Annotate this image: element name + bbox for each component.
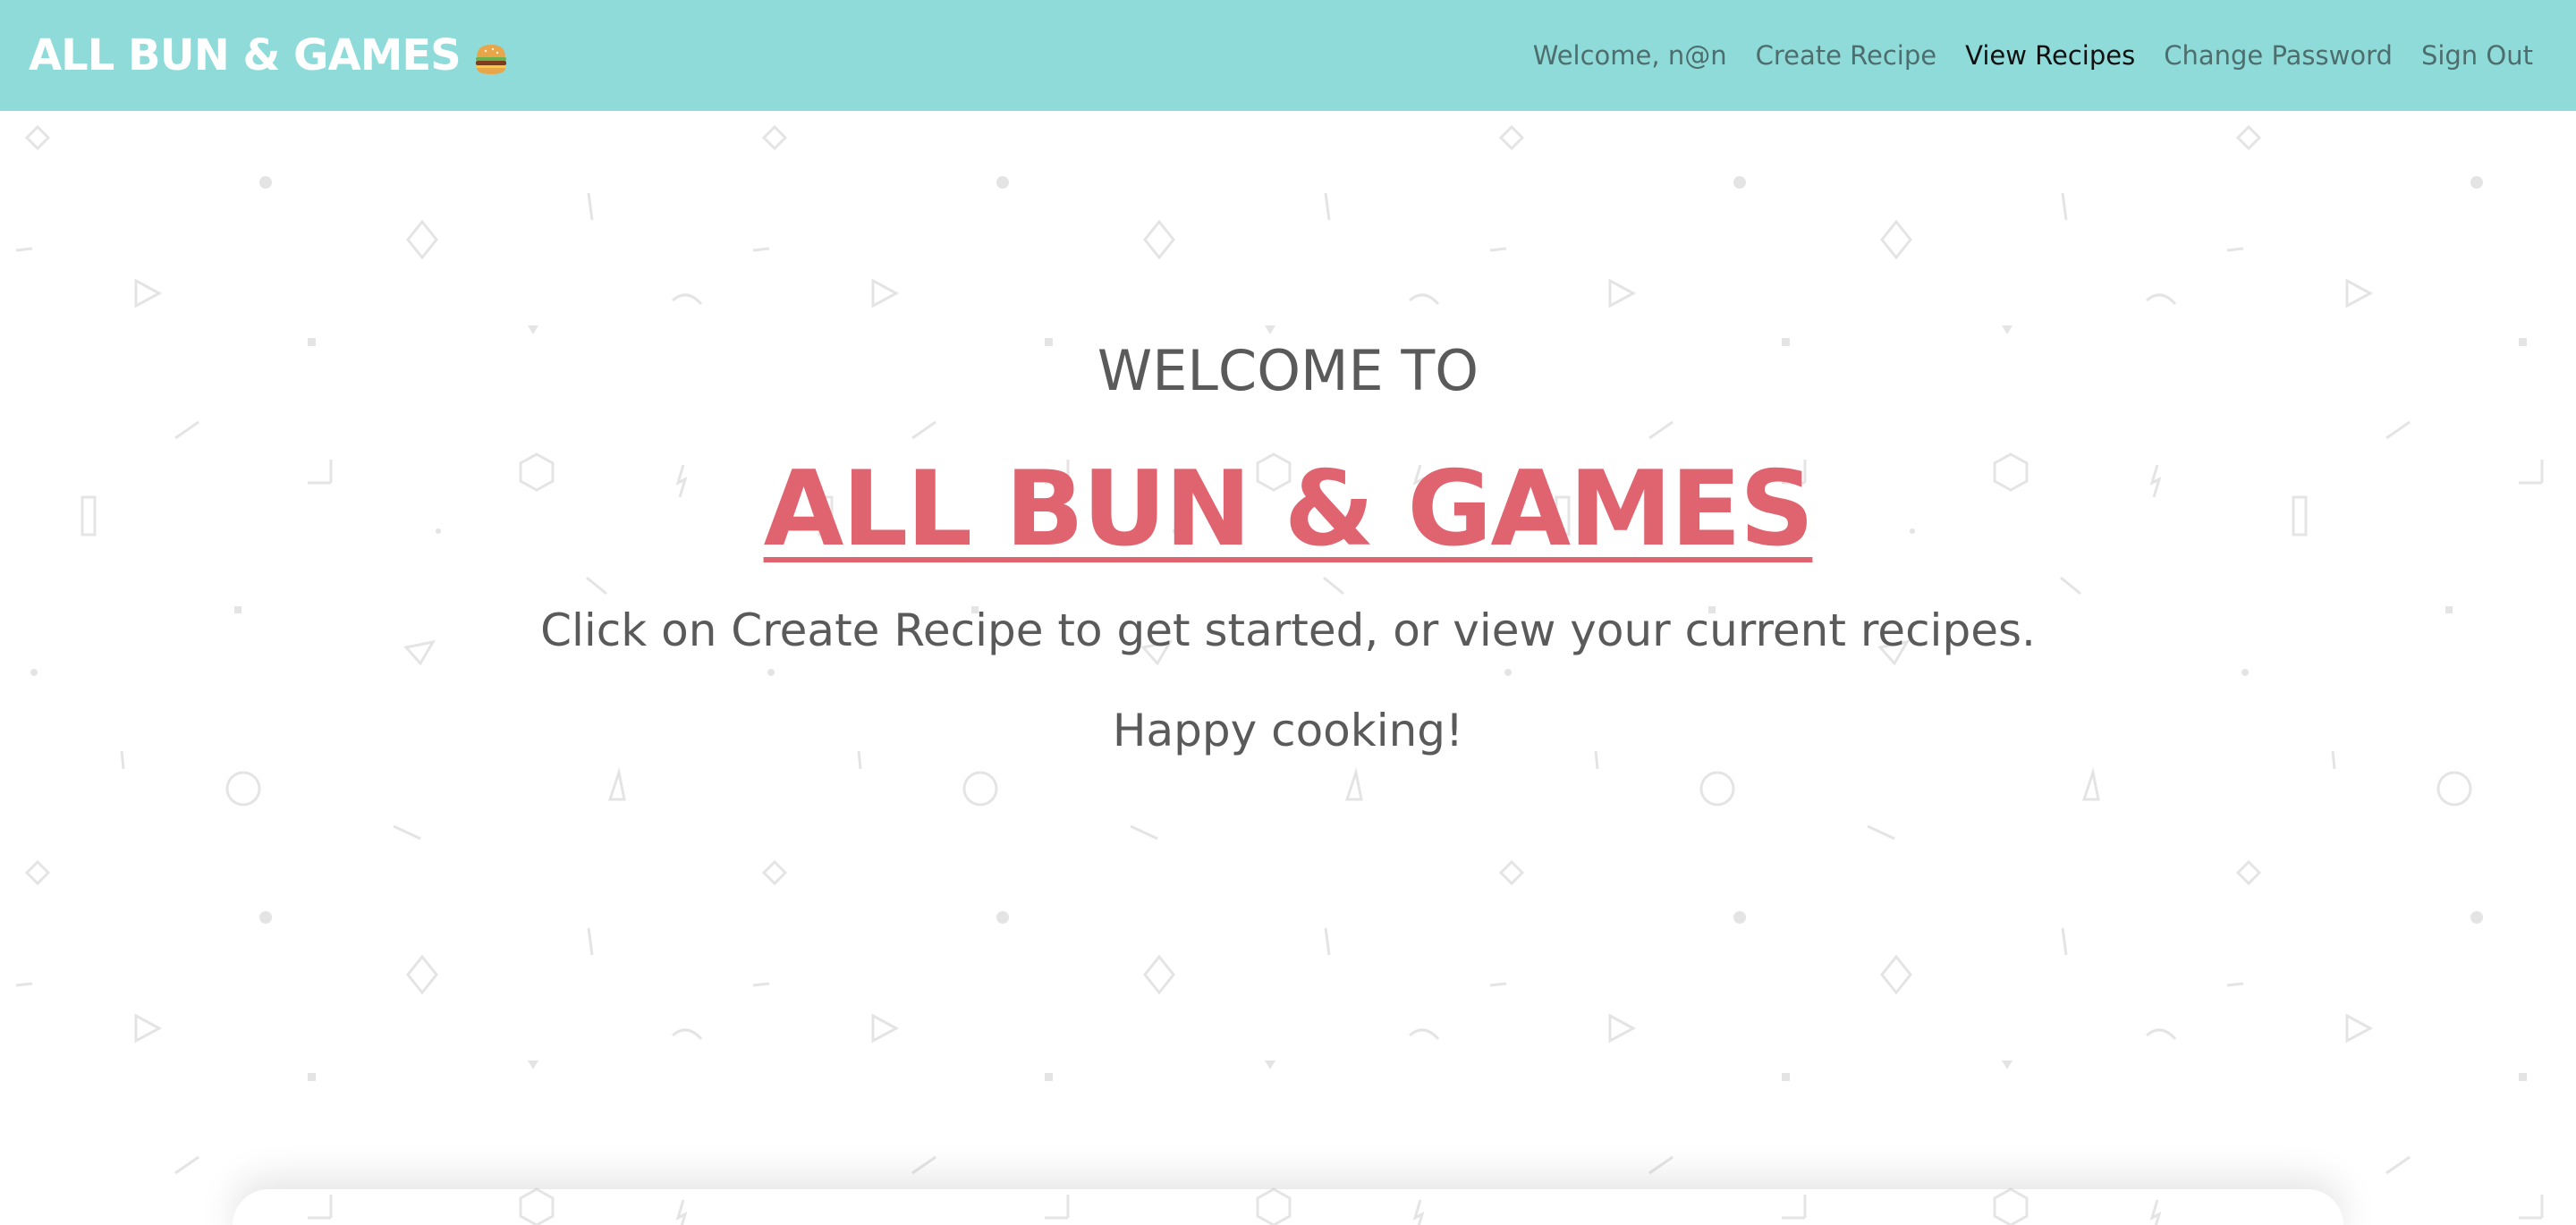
nav-sign-out[interactable]: Sign Out [2421, 40, 2533, 71]
welcome-heading: WELCOME TO [1097, 338, 1479, 403]
page: ALL BUN & GAMES Welcome, n@n Create Reci… [0, 0, 2576, 1225]
navbar: ALL BUN & GAMES Welcome, n@n Create Reci… [0, 0, 2576, 111]
hero-section: WELCOME TO ALL BUN & GAMES Click on Crea… [0, 111, 2576, 1225]
hero-title: ALL BUN & GAMES [0, 458, 2576, 562]
hero-title-text: ALL BUN & GAMES [763, 449, 1815, 570]
hero-instructions: Click on Create Recipe to get started, o… [540, 604, 2036, 656]
nav-menu: Welcome, n@n Create Recipe View Recipes … [1533, 0, 2533, 111]
brand-name: ALL BUN & GAMES [29, 30, 462, 80]
hero-greeting: Happy cooking! [1112, 705, 1464, 756]
nav-change-password[interactable]: Change Password [2164, 40, 2393, 71]
brand-link[interactable]: ALL BUN & GAMES [29, 27, 509, 84]
welcome-user-text: Welcome, n@n [1532, 40, 1727, 71]
nav-view-recipes[interactable]: View Recipes [1965, 40, 2135, 71]
nav-create-recipe[interactable]: Create Recipe [1756, 40, 1937, 71]
burger-icon [473, 38, 509, 74]
